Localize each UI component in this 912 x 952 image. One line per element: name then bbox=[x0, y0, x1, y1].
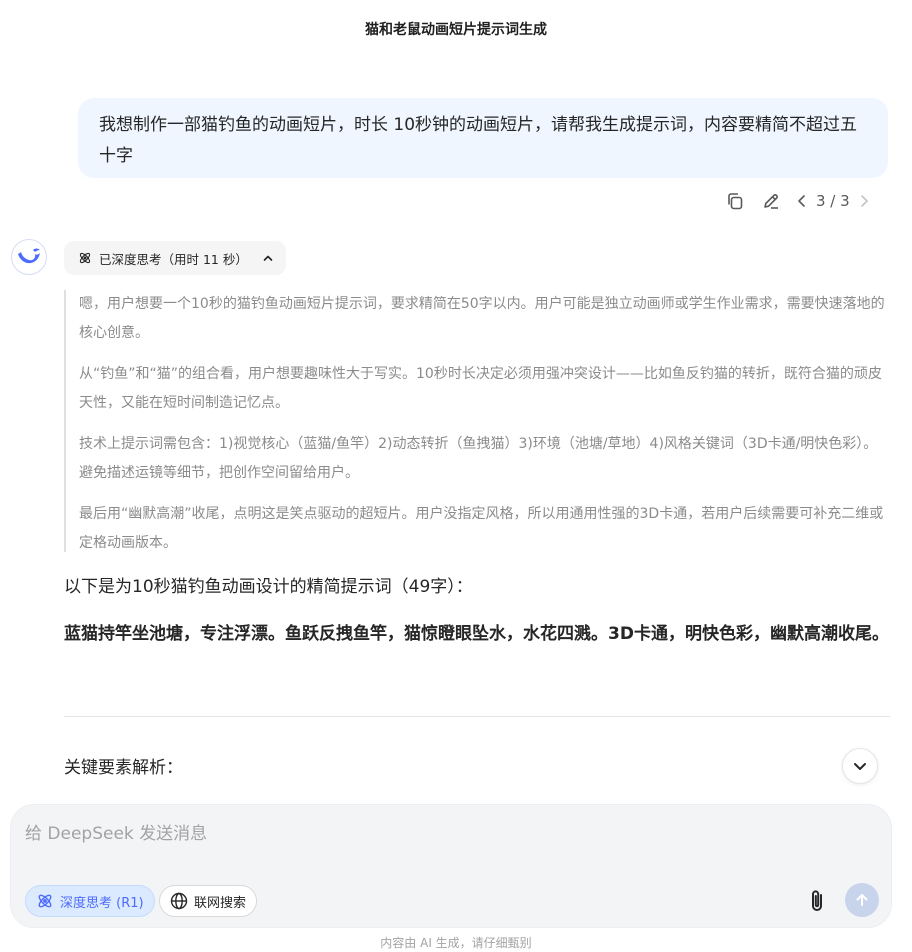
message-input[interactable] bbox=[25, 819, 875, 859]
chevron-down-icon bbox=[854, 763, 866, 770]
thinking-toggle[interactable]: 已深度思考（用时 11 秒） bbox=[64, 241, 286, 275]
thinking-paragraph: 技术上提示词需包含：1)视觉核心（蓝猫/鱼竿）2)动态转折（鱼拽猫）3)环境（池… bbox=[79, 436, 878, 481]
message-composer: 深度思考 (R1) 联网搜索 bbox=[10, 804, 892, 928]
pager-count: 3 / 3 bbox=[816, 192, 850, 210]
copy-icon[interactable] bbox=[722, 188, 748, 214]
web-search-label: 联网搜索 bbox=[194, 895, 247, 911]
send-button[interactable] bbox=[845, 883, 879, 917]
user-message-bubble: 我想制作一部猫钓鱼的动画短片，时长 10秒钟的动画短片，请帮我生成提示词，内容要… bbox=[78, 98, 888, 178]
divider bbox=[64, 716, 890, 717]
paperclip-icon bbox=[812, 890, 822, 911]
chat-page: 猫和老鼠动画短片提示词生成 我想制作一部猫钓鱼的动画短片，时长 10秒钟的动画短… bbox=[0, 0, 912, 952]
deep-think-toggle[interactable]: 深度思考 (R1) bbox=[25, 885, 155, 917]
answer-prompt: 蓝猫持竿坐池塘，专注浮漂。鱼跃反拽鱼竿，猫惊瞪眼坠水，水花四溅。3D卡通，明快色… bbox=[64, 624, 889, 644]
thinking-paragraph: 最后用“幽默高潮”收尾，点明这是笑点驱动的超短片。用户没指定风格，所以用通用性强… bbox=[79, 506, 884, 551]
pencil-icon[interactable] bbox=[758, 188, 784, 214]
deep-think-label: 深度思考 (R1) bbox=[60, 895, 144, 911]
chevron-up-icon bbox=[263, 255, 273, 261]
thinking-paragraph: 从“钓鱼”和“猫”的组合看，用户想要趣味性大于写实。10秒时长决定必须用强冲突设… bbox=[79, 366, 882, 411]
chevron-left-icon[interactable] bbox=[792, 188, 812, 214]
atom-icon bbox=[79, 252, 91, 264]
web-search-toggle[interactable]: 联网搜索 bbox=[159, 885, 258, 917]
thinking-content: 嗯，用户想要一个10秒的猫钓鱼动画短片提示词，要求精简在50字以内。用户可能是独… bbox=[64, 290, 890, 552]
attach-button[interactable] bbox=[803, 885, 831, 917]
globe-icon bbox=[170, 892, 188, 910]
section-title: 关键要素解析： bbox=[64, 758, 183, 778]
deepseek-whale-icon bbox=[18, 248, 40, 264]
scroll-down-button[interactable] bbox=[842, 748, 878, 784]
user-message-text: 我想制作一部猫钓鱼的动画短片，时长 10秒钟的动画短片，请帮我生成提示词，内容要… bbox=[99, 115, 858, 166]
atom-icon bbox=[38, 894, 52, 908]
assistant-avatar bbox=[11, 239, 47, 275]
answer-intro: 以下是为10秒猫钓鱼动画设计的精简提示词（49字）： bbox=[64, 577, 473, 597]
user-message-actions: 3 / 3 bbox=[722, 188, 874, 214]
ai-disclaimer: 内容由 AI 生成，请仔细甄别 bbox=[380, 936, 532, 950]
page-title: 猫和老鼠动画短片提示词生成 bbox=[365, 22, 547, 38]
response-pager: 3 / 3 bbox=[792, 188, 874, 214]
chevron-right-icon[interactable] bbox=[854, 188, 874, 214]
thinking-label: 已深度思考（用时 11 秒） bbox=[99, 251, 248, 267]
arrow-up-icon bbox=[856, 894, 868, 906]
thinking-paragraph: 嗯，用户想要一个10秒的猫钓鱼动画短片提示词，要求精简在50字以内。用户可能是独… bbox=[79, 296, 885, 341]
